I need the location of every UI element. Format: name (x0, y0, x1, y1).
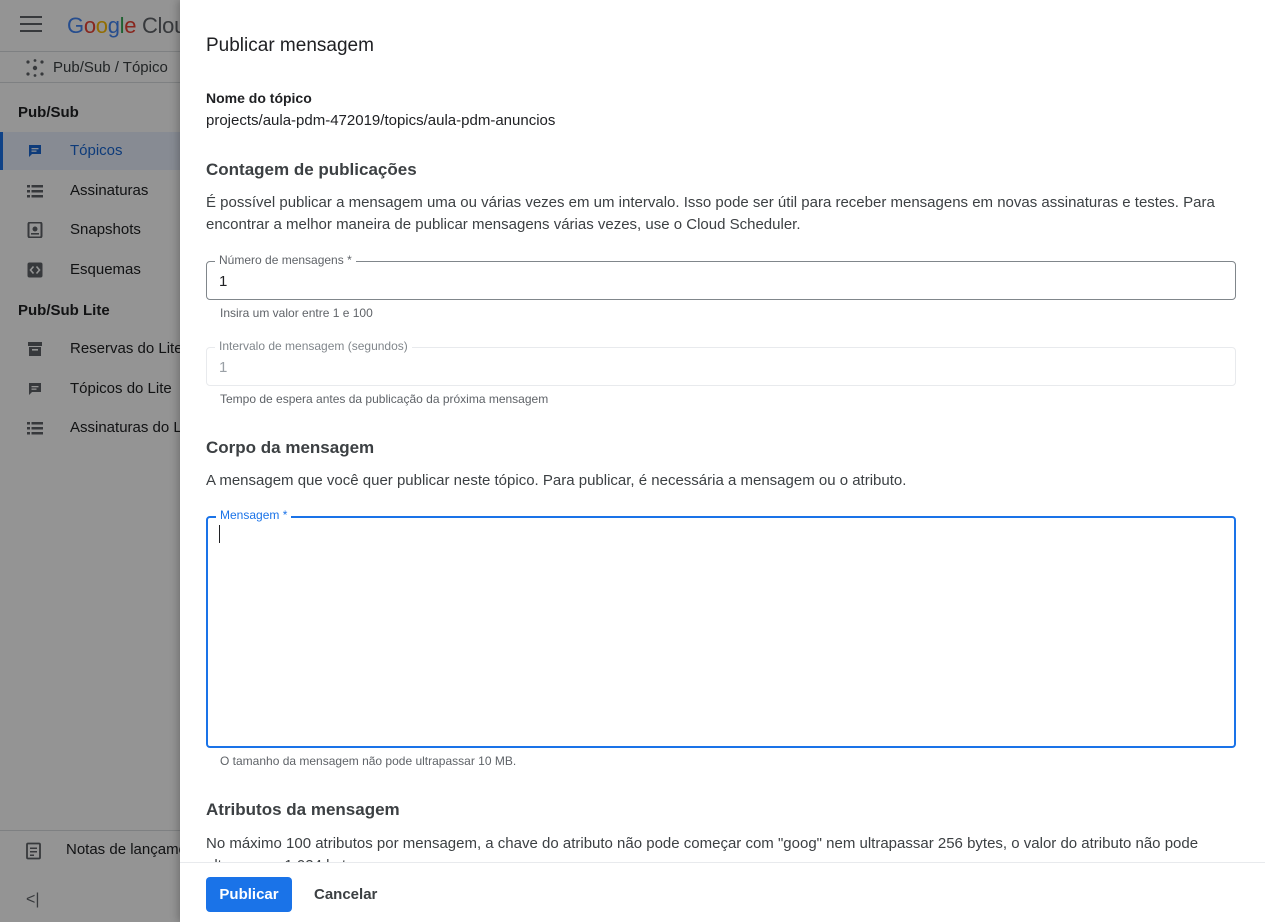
panel-footer: Publicar Cancelar (180, 862, 1265, 922)
message-count-label: Número de mensagens * (215, 253, 356, 267)
message-count-value[interactable]: 1 (219, 273, 227, 290)
message-attributes-heading: Atributos da mensagem (206, 800, 400, 819)
message-count-hint: Insira um valor entre 1 e 100 (220, 306, 373, 320)
message-interval-value: 1 (219, 359, 228, 376)
message-body-description: A mensagem que você quer publicar neste … (206, 472, 907, 489)
panel-title: Publicar mensagem (206, 35, 374, 56)
message-interval-hint: Tempo de espera antes da publicação da p… (220, 392, 549, 406)
message-interval-label: Intervalo de mensagem (segundos) (215, 339, 412, 353)
topic-name-label: Nome do tópico (206, 90, 312, 106)
message-textarea[interactable]: Mensagem * (206, 508, 1236, 748)
message-attributes-description: No máximo 100 atributos por mensagem, a … (206, 835, 1199, 862)
text-cursor (219, 525, 220, 543)
message-count-field[interactable]: Número de mensagens * 1 (206, 253, 1236, 300)
panel-scroll-area[interactable]: Publicar mensagem Nome do tópico project… (180, 0, 1265, 862)
message-size-hint: O tamanho da mensagem não pode ultrapass… (220, 754, 517, 768)
message-label: Mensagem * (216, 508, 292, 522)
publish-message-panel: Publicar mensagem Nome do tópico project… (180, 0, 1265, 922)
publish-button[interactable]: Publicar (206, 877, 292, 912)
message-interval-field: Intervalo de mensagem (segundos) 1 (206, 339, 1236, 386)
publish-count-description: É possível publicar a mensagem uma ou vá… (206, 194, 1215, 233)
publish-count-heading: Contagem de publicações (206, 160, 417, 179)
topic-name-value: projects/aula-pdm-472019/topics/aula-pdm… (206, 112, 556, 129)
modal-scrim[interactable] (0, 0, 180, 922)
message-body-heading: Corpo da mensagem (206, 438, 375, 457)
cancel-button[interactable]: Cancelar (304, 877, 387, 912)
